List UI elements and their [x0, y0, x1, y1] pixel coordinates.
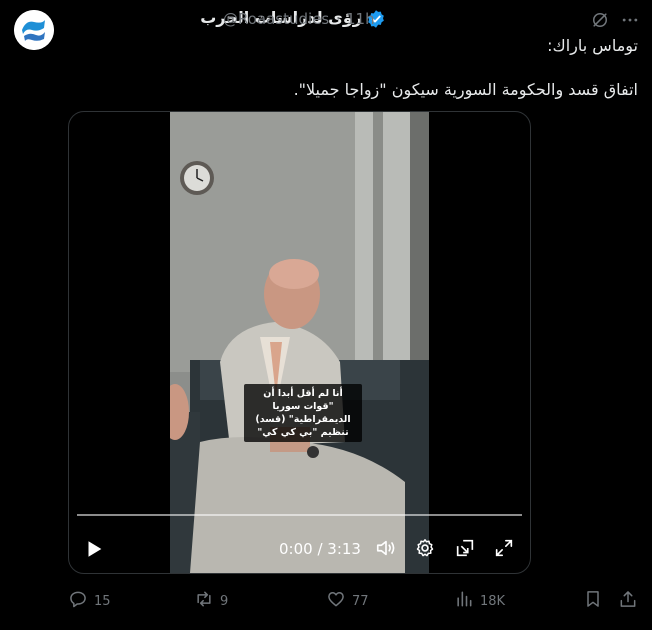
like-count: 77	[352, 593, 369, 609]
author-handle[interactable]: @Roaastudies	[223, 10, 329, 28]
tweet-header: رؤى لدراسات الحرب @Roaastudies · 11h	[0, 8, 652, 32]
tweet-text-line2: اتفاق قسد والحكومة السورية سيكون "زواجا …	[293, 80, 638, 99]
video-caption: أنا لم أقل أبدا أن "قوات سوريا الديمقراط…	[244, 384, 362, 442]
bookmark-button[interactable]	[583, 588, 603, 610]
grok-icon[interactable]	[590, 10, 610, 30]
bookmark-icon	[587, 591, 599, 607]
share-icon	[620, 591, 636, 607]
like-button[interactable]: 77	[326, 588, 369, 610]
video-time: 0:00 / 3:13	[279, 540, 361, 558]
views-button[interactable]: 18K	[454, 588, 505, 610]
tweet-text-line1: توماس باراك:	[547, 36, 638, 55]
repost-icon	[197, 591, 211, 607]
tweet: رؤى لدراسات الحرب @Roaastudies · 11h توم…	[0, 0, 652, 630]
post-time[interactable]: 11h	[346, 10, 375, 28]
reply-button[interactable]: 15	[68, 588, 111, 610]
video-frame	[170, 112, 429, 573]
share-button[interactable]	[618, 588, 638, 610]
video-progress-bar[interactable]	[77, 514, 522, 516]
repost-button[interactable]: 9	[194, 588, 228, 610]
play-icon[interactable]	[83, 538, 105, 560]
views-count: 18K	[480, 593, 506, 609]
reply-icon	[70, 591, 86, 608]
views-icon	[457, 591, 472, 607]
repost-count: 9	[220, 593, 229, 609]
more-options-icon[interactable]	[620, 10, 640, 30]
picture-in-picture-icon[interactable]	[454, 537, 476, 559]
video-still-image	[170, 112, 429, 573]
tweet-actions: 15 9 77 18K	[0, 588, 652, 610]
header-separator: ·	[336, 10, 341, 28]
volume-icon[interactable]	[375, 537, 397, 559]
reply-count: 15	[94, 593, 111, 609]
heart-icon	[328, 592, 344, 607]
fullscreen-icon[interactable]	[493, 537, 515, 559]
video-player[interactable]: أنا لم أقل أبدا أن "قوات سوريا الديمقراط…	[68, 111, 531, 574]
settings-icon[interactable]	[414, 537, 436, 559]
